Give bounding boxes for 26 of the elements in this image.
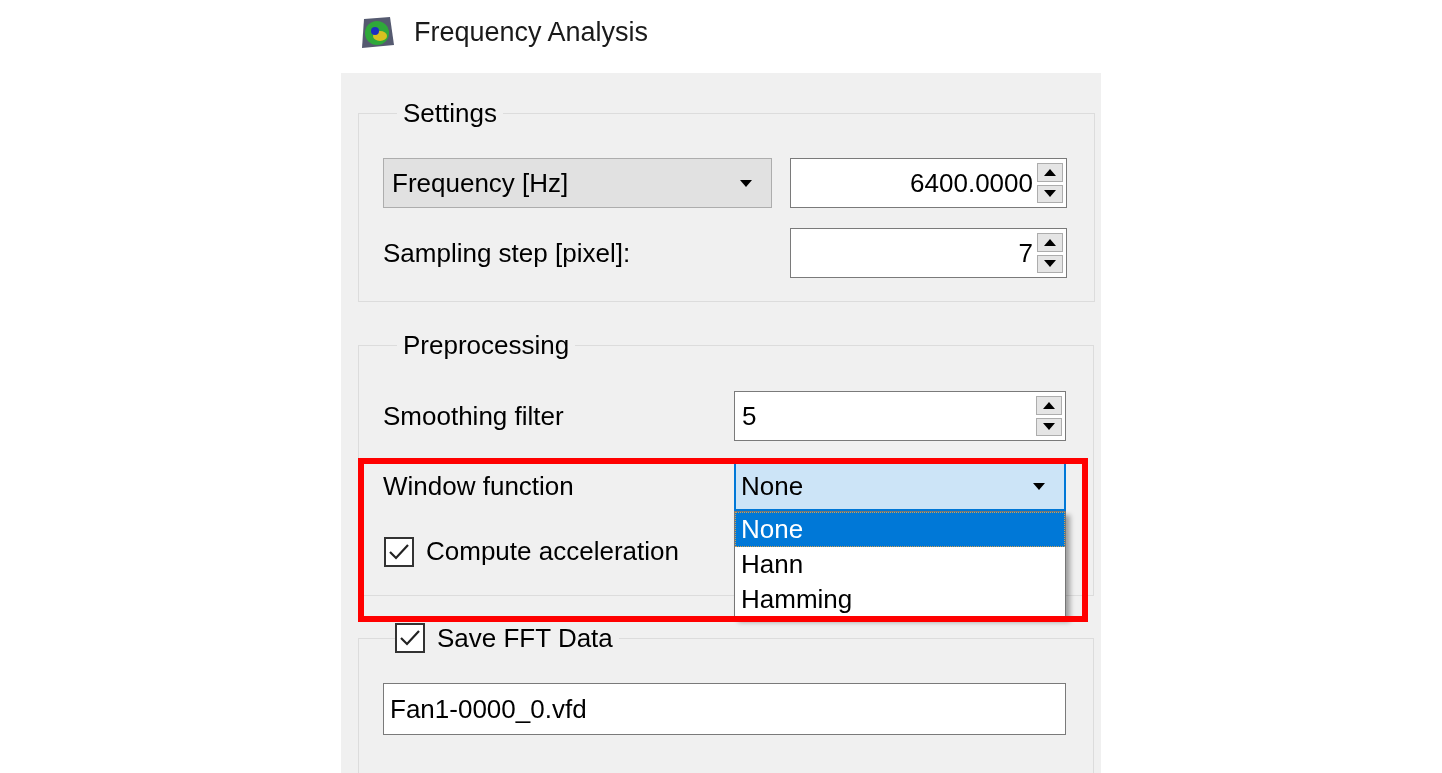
dropdown[interactable]: None (734, 461, 1066, 511)
checkbox[interactable] (395, 623, 425, 653)
caret-icon (1032, 480, 1046, 492)
dropdown-option[interactable]: Hann (735, 547, 1065, 582)
spin-box[interactable]: 7 (790, 228, 1067, 278)
group-title: Settings (403, 98, 497, 128)
spin-box[interactable]: 5 (734, 391, 1066, 441)
spin-up-button[interactable] (1037, 233, 1063, 252)
dropdown-option[interactable]: Hamming (735, 582, 1065, 617)
spin-down-button[interactable] (1037, 254, 1063, 273)
checkmark-icon (399, 628, 421, 648)
field-label: Window function (383, 470, 574, 502)
caret-icon (739, 177, 753, 189)
field-label: Smoothing filter (383, 400, 564, 432)
dropdown-option[interactable]: None (735, 512, 1065, 547)
dropdown[interactable]: Frequency [Hz] (383, 158, 772, 208)
window-title: Frequency Analysis (414, 17, 649, 48)
spin-up-button[interactable] (1037, 163, 1063, 182)
spin-down-button[interactable] (1037, 184, 1063, 203)
spin-down-button[interactable] (1036, 417, 1062, 436)
spin-up-button[interactable] (1036, 396, 1062, 415)
checkbox[interactable] (384, 536, 414, 567)
spin-box[interactable]: 6400.0000 (790, 158, 1067, 208)
group-title: Preprocessing (403, 330, 570, 360)
field-label: Sampling step [pixel]: (383, 237, 631, 269)
filename-field[interactable]: Fan1-0000_0.vfd (383, 683, 1066, 735)
